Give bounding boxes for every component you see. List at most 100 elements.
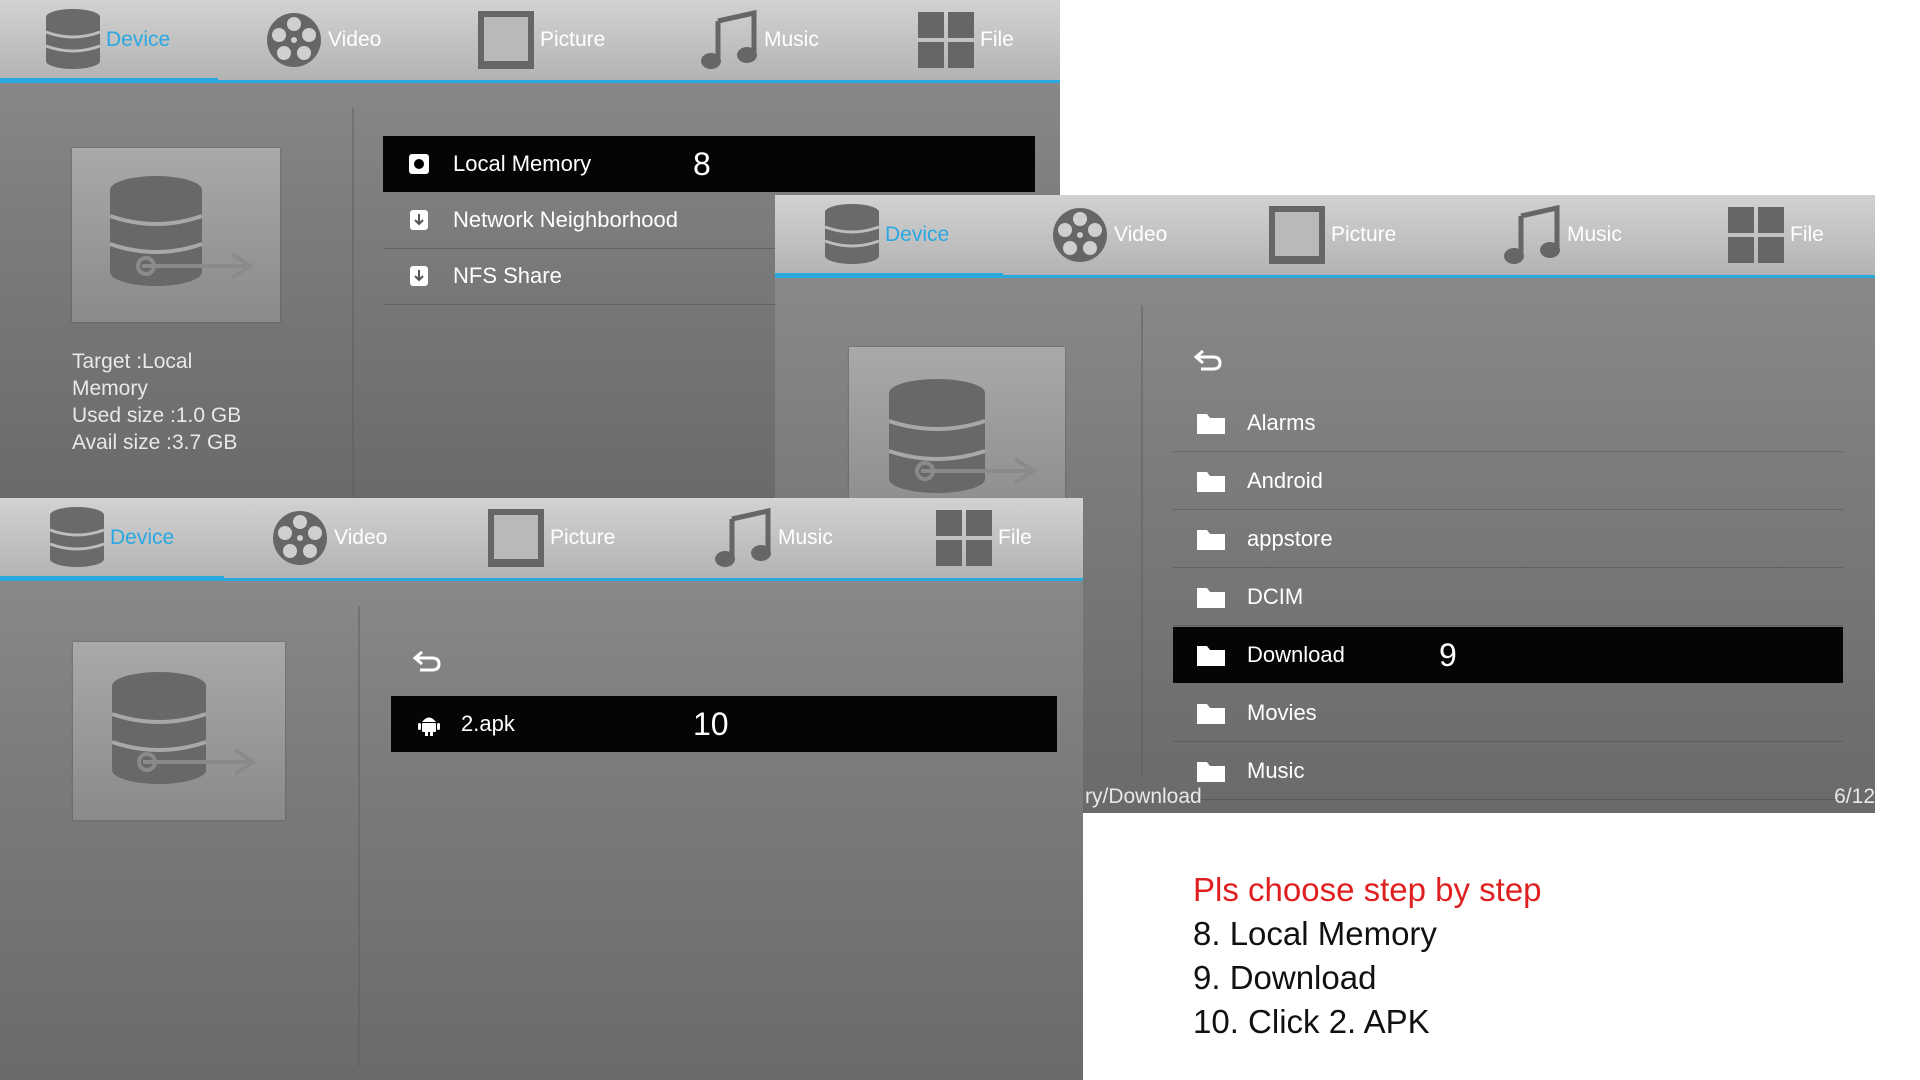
tab-music[interactable]: Music: [1503, 195, 1622, 275]
music-note-icon: [1504, 204, 1560, 264]
tab-label: Video: [334, 526, 388, 549]
tab-label: Picture: [1331, 223, 1397, 246]
back-button[interactable]: [1193, 347, 1223, 373]
tab-label: Device: [106, 28, 171, 51]
file-row-2-apk[interactable]: 2.apk 10: [391, 696, 1057, 752]
tab-label: Device: [885, 223, 950, 246]
page-indicator: 6/12: [1834, 785, 1875, 808]
grid-icon: [936, 510, 992, 566]
tab-label: Video: [1114, 223, 1168, 246]
back-arrow-icon: [1193, 349, 1222, 371]
tab-bar: Device Video Picture Music File: [0, 498, 1083, 581]
network-icon: [410, 210, 428, 230]
current-path: ry/Download: [1085, 785, 1202, 808]
target-value: Memory: [72, 377, 148, 400]
file-label: 2.apk: [461, 711, 515, 736]
folder-icon: [1197, 530, 1225, 550]
tab-label: File: [980, 28, 1014, 51]
target-label: Target :Local: [72, 350, 193, 373]
folder-row-appstore[interactable]: appstore: [1173, 511, 1843, 568]
folder-row-android[interactable]: Android: [1173, 453, 1843, 510]
tab-bar: Device Video Picture Music File: [775, 195, 1875, 278]
folder-label: Music: [1247, 758, 1305, 783]
device-thumbnail: [72, 148, 280, 322]
grid-icon: [1728, 207, 1784, 263]
tab-label: Video: [328, 28, 382, 51]
tab-picture[interactable]: Picture: [476, 0, 605, 80]
folder-label: Download: [1247, 642, 1345, 667]
device-label: Network Neighborhood: [453, 207, 679, 232]
step-number: 9: [1439, 636, 1457, 673]
tab-music[interactable]: Music: [700, 0, 819, 80]
folder-row-movies[interactable]: Movies: [1173, 685, 1843, 742]
music-note-icon: [701, 9, 757, 69]
usb-database-icon: [109, 176, 254, 286]
tab-label: Music: [764, 28, 819, 51]
database-icon: [824, 204, 880, 264]
folder-label: Movies: [1247, 700, 1317, 725]
tab-device[interactable]: Device: [775, 195, 1003, 278]
folder-row-alarms[interactable]: Alarms: [1173, 395, 1843, 452]
tab-label: Music: [1567, 223, 1622, 246]
tab-video[interactable]: Video: [264, 0, 381, 80]
tab-label: Device: [110, 526, 175, 549]
storage-info: Target :Local Memory Used size :1.0 GB A…: [72, 348, 241, 456]
picture-frame-icon: [488, 509, 544, 567]
film-reel-icon: [273, 511, 327, 565]
back-button[interactable]: [412, 648, 442, 674]
device-row-local-memory[interactable]: Local Memory 8: [383, 136, 1035, 192]
tab-file[interactable]: File: [934, 498, 1032, 578]
sd-card-icon: [409, 154, 429, 174]
folder-label: Android: [1247, 468, 1323, 493]
folder-label: DCIM: [1247, 584, 1304, 609]
tab-device[interactable]: Device: [0, 498, 224, 581]
device-label: NFS Share: [453, 263, 562, 288]
folder-icon: [1197, 414, 1225, 434]
folder-label: Alarms: [1247, 410, 1316, 435]
folder-icon: [1197, 762, 1225, 782]
grid-icon: [918, 12, 974, 68]
instruction-step-9: 9. Download: [1193, 959, 1377, 996]
instruction-step-8: 8. Local Memory: [1193, 915, 1437, 952]
instruction-heading: Pls choose step by step: [1193, 871, 1542, 908]
folder-icon: [1197, 704, 1225, 724]
device-label: Local Memory: [453, 151, 592, 176]
folder-row-download[interactable]: Download 9: [1173, 627, 1843, 683]
tab-picture[interactable]: Picture: [486, 498, 615, 578]
picture-frame-icon: [478, 11, 534, 69]
tab-bar: Device Video Picture Music File: [0, 0, 1060, 83]
picture-frame-icon: [1269, 206, 1325, 264]
tab-picture[interactable]: Picture: [1267, 195, 1396, 275]
tab-video[interactable]: Video: [270, 498, 387, 578]
tab-file[interactable]: File: [916, 0, 1014, 80]
panel-divider: [1141, 305, 1143, 775]
folder-label: appstore: [1247, 526, 1333, 551]
film-reel-icon: [267, 13, 321, 67]
folder-icon: [1197, 472, 1225, 492]
database-icon: [45, 9, 101, 69]
usb-database-icon: [111, 672, 257, 784]
database-icon: [49, 507, 105, 567]
folder-icon: [1197, 646, 1225, 666]
folder-icon: [1197, 588, 1225, 608]
back-arrow-icon: [412, 650, 441, 672]
folder-row-music[interactable]: Music: [1173, 743, 1843, 800]
film-reel-icon: [1053, 208, 1107, 262]
panel-divider: [358, 606, 360, 1066]
android-icon: [418, 717, 440, 736]
tab-label: Picture: [550, 526, 616, 549]
screen-file-list: Device Video Picture Music File 2.apk 10: [0, 498, 1083, 1080]
tab-video[interactable]: Video: [1050, 195, 1167, 275]
instruction-step-10: 10. Click 2. APK: [1193, 1003, 1430, 1040]
tab-music[interactable]: Music: [714, 498, 833, 578]
tab-label: File: [1790, 223, 1824, 246]
music-note-icon: [715, 507, 771, 567]
folder-row-dcim[interactable]: DCIM: [1173, 569, 1843, 626]
tab-device[interactable]: Device: [0, 0, 218, 83]
panel-divider: [352, 108, 354, 498]
step-number: 10: [693, 705, 729, 742]
tab-label: Music: [778, 526, 833, 549]
tab-file[interactable]: File: [1726, 195, 1824, 275]
tab-label: Picture: [540, 28, 606, 51]
step-number: 8: [693, 145, 711, 182]
